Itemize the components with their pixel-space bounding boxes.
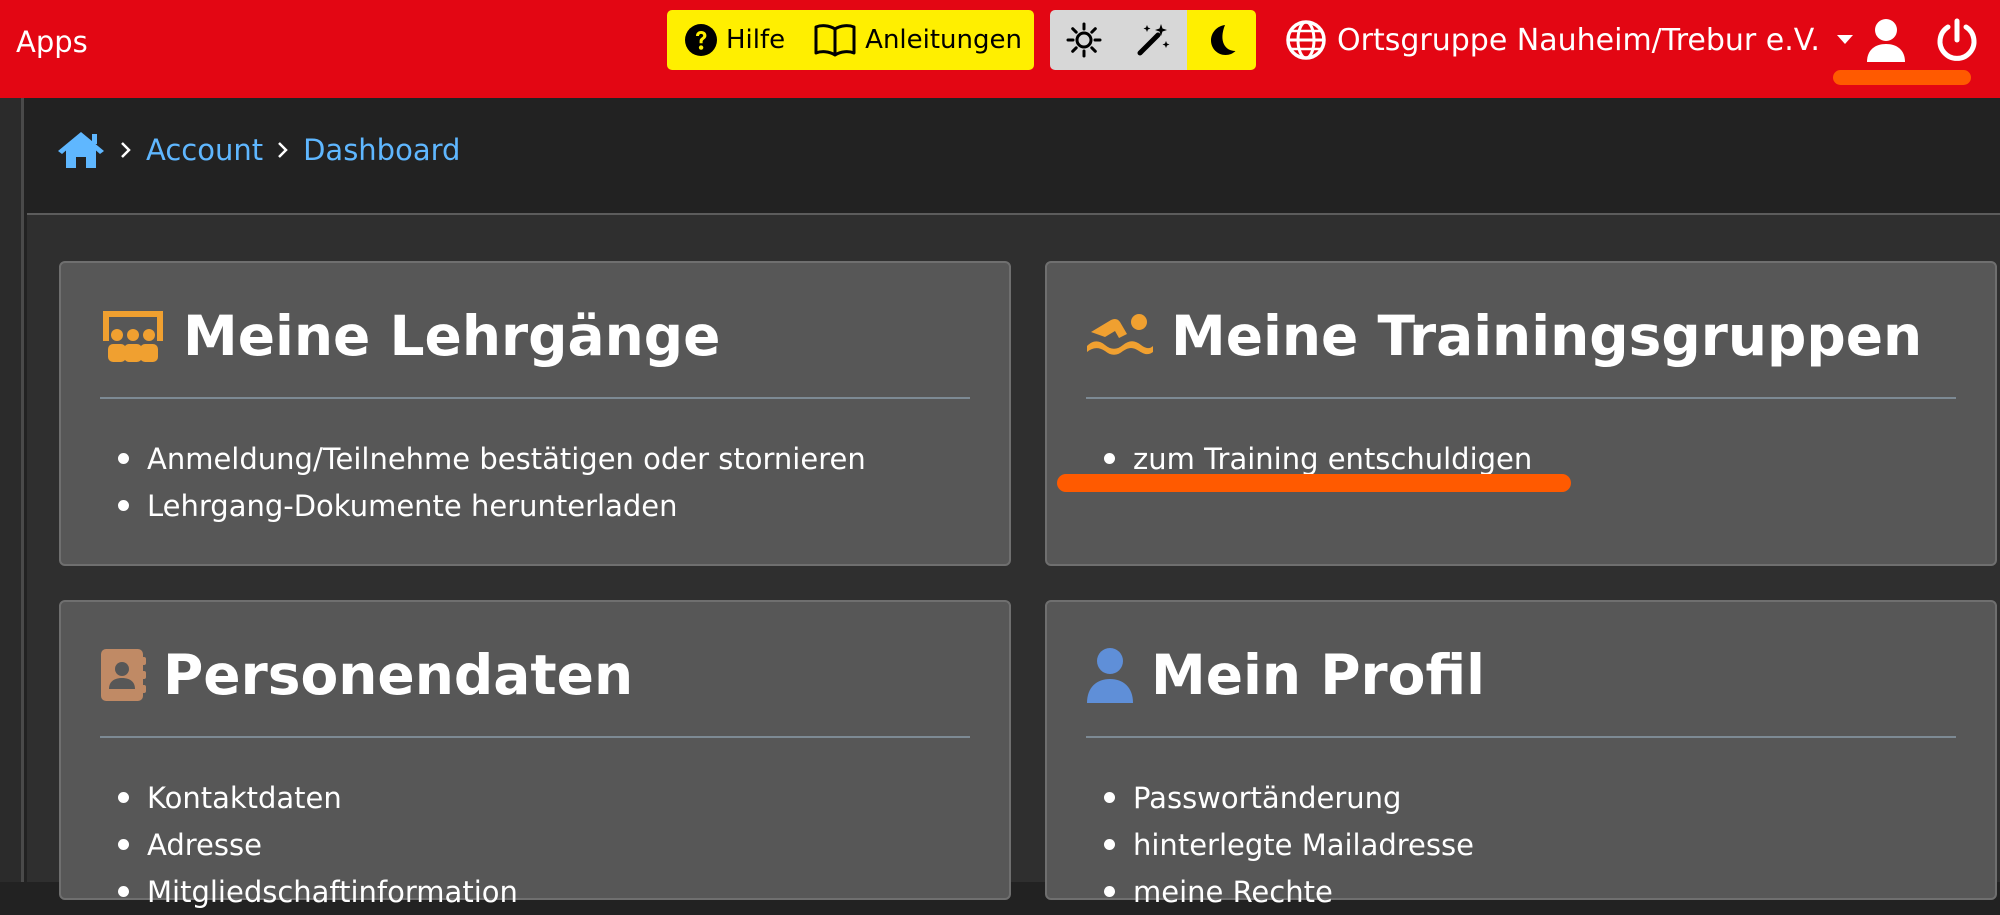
chevron-right-icon [277, 141, 289, 159]
sun-icon [1066, 22, 1102, 58]
list-item-link[interactable]: Mitgliedschaftinformation [147, 875, 518, 909]
organization-name: Ortsgruppe Nauheim/Trebur e.V. [1337, 22, 1820, 58]
card-title: Personendaten [99, 640, 633, 710]
guides-label: Anleitungen [865, 25, 1022, 55]
card-title-text: Mein Profil [1151, 643, 1486, 707]
theme-light-button[interactable] [1050, 10, 1119, 70]
bullet [118, 792, 129, 803]
list-item-link[interactable]: Kontaktdaten [147, 781, 342, 815]
list-item[interactable]: meine Rechte [1085, 868, 1474, 915]
globe-icon [1285, 19, 1327, 61]
theme-switcher [1050, 10, 1256, 70]
question-circle-icon [684, 23, 718, 57]
breadcrumb: Account Dashboard [56, 125, 460, 175]
home-icon[interactable] [56, 130, 106, 170]
list-item-link[interactable]: Adresse [147, 828, 262, 862]
user-account-button[interactable] [1862, 16, 1910, 64]
card-title-text: Meine Trainingsgruppen [1171, 304, 1923, 368]
card-divider [1086, 397, 1956, 399]
power-icon [1935, 18, 1979, 62]
bullet [1104, 453, 1115, 464]
moon-icon [1203, 22, 1239, 58]
user-icon [1085, 647, 1135, 703]
theme-dark-button[interactable] [1187, 10, 1256, 70]
card-divider [100, 397, 970, 399]
card-link-list: Passwortänderung hinterlegte Mailadresse… [1085, 774, 1474, 915]
card-link-list: Kontaktdaten Adresse Mitgliedschaftinfor… [99, 774, 518, 915]
card-title: Meine Lehrgänge [99, 301, 720, 371]
guides-button[interactable]: Anleitungen [785, 10, 1022, 70]
magic-wand-icon [1134, 21, 1172, 59]
bullet [118, 453, 129, 464]
list-item-link[interactable]: Lehrgang-Dokumente herunterladen [147, 489, 677, 523]
top-navbar: Apps Hilfe Anleitungen Ortsgruppe Nauhei… [0, 0, 2000, 98]
help-button[interactable]: Hilfe [667, 10, 785, 70]
list-item-link[interactable]: Anmeldung/Teilnehme bestätigen oder stor… [147, 442, 866, 476]
list-item[interactable]: Kontaktdaten [99, 774, 518, 821]
annotation-underline-user [1833, 70, 1971, 85]
list-item[interactable]: Lehrgang-Dokumente herunterladen [99, 482, 866, 529]
list-item[interactable]: Anmeldung/Teilnehme bestätigen oder stor… [99, 435, 866, 482]
list-item-link[interactable]: zum Training entschuldigen [1133, 442, 1532, 476]
card-personendaten: Personendaten Kontaktdaten Adresse Mitgl… [59, 600, 1011, 909]
breadcrumb-dashboard-link[interactable]: Dashboard [303, 133, 460, 167]
bullet [118, 500, 129, 511]
bullet [1104, 792, 1115, 803]
address-book-icon [99, 647, 147, 703]
help-button-group: Hilfe Anleitungen [667, 10, 1034, 70]
card-profil: Mein Profil Passwortänderung hinterlegte… [1045, 600, 1997, 909]
card-title: Meine Trainingsgruppen [1085, 301, 1922, 371]
list-item[interactable]: Mitgliedschaftinformation [99, 868, 518, 915]
logout-button[interactable] [1933, 16, 1981, 64]
card-title: Mein Profil [1085, 640, 1485, 710]
sidebar-edge [0, 98, 24, 882]
card-title-text: Meine Lehrgänge [183, 304, 721, 368]
list-item-link[interactable]: Passwortänderung [1133, 781, 1401, 815]
theme-auto-button[interactable] [1118, 10, 1188, 70]
caret-down-icon [1836, 34, 1854, 46]
annotation-underline-training [1057, 474, 1571, 492]
help-label: Hilfe [726, 25, 786, 55]
list-item[interactable]: Passwortänderung [1085, 774, 1474, 821]
bullet [1104, 839, 1115, 850]
bullet [118, 839, 129, 850]
card-divider [100, 736, 970, 738]
bullet [118, 886, 129, 897]
list-item-link[interactable]: meine Rechte [1133, 875, 1333, 909]
list-item[interactable]: hinterlegte Mailadresse [1085, 821, 1474, 868]
book-open-icon [813, 23, 857, 57]
chalkboard-teacher-icon [99, 307, 167, 365]
chevron-right-icon [120, 141, 132, 159]
list-item[interactable]: Adresse [99, 821, 518, 868]
card-link-list: Anmeldung/Teilnehme bestätigen oder stor… [99, 435, 866, 529]
swimmer-icon [1085, 312, 1155, 360]
card-lehrgaenge: Meine Lehrgänge Anmeldung/Teilnehme best… [59, 261, 1011, 566]
card-title-text: Personendaten [163, 643, 634, 707]
user-icon [1865, 18, 1907, 62]
bullet [1104, 886, 1115, 897]
apps-brand-link[interactable]: Apps [16, 22, 88, 62]
list-item-link[interactable]: hinterlegte Mailadresse [1133, 828, 1474, 862]
card-divider [1086, 736, 1956, 738]
card-trainingsgruppen: Meine Trainingsgruppen zum Training ents… [1045, 261, 1997, 566]
organization-dropdown[interactable]: Ortsgruppe Nauheim/Trebur e.V. [1285, 18, 1854, 62]
breadcrumb-account-link[interactable]: Account [146, 133, 263, 167]
